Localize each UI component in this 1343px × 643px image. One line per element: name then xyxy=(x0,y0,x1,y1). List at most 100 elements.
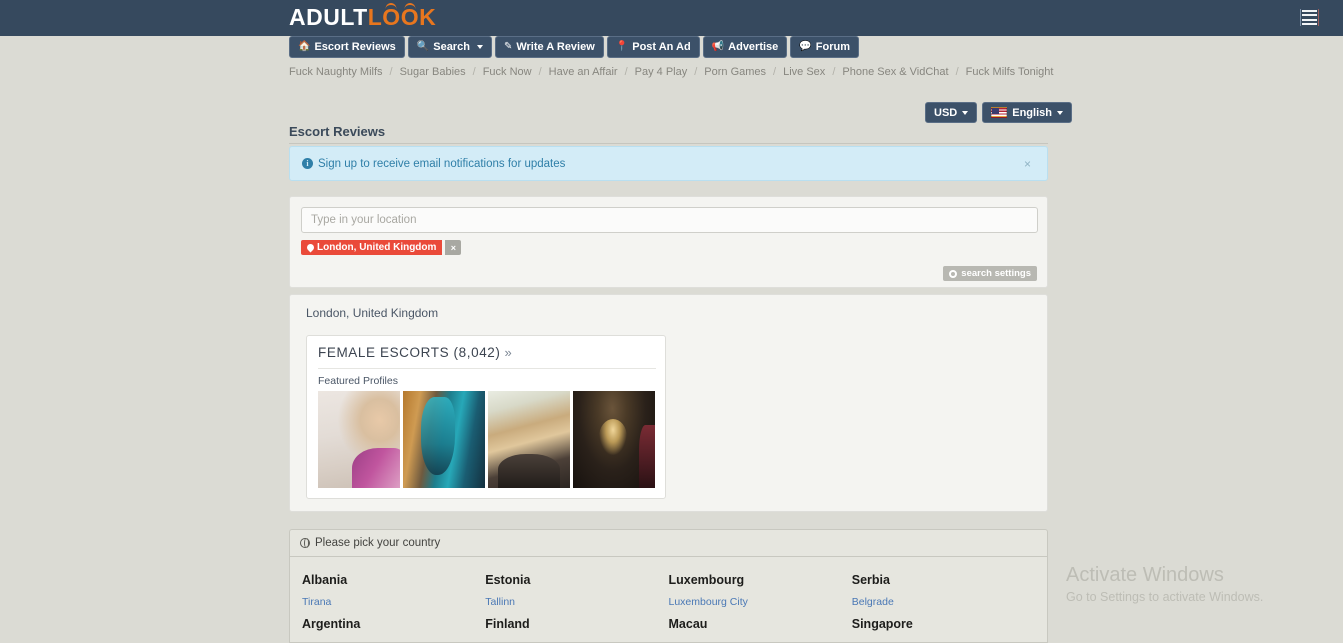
country-name[interactable]: Estonia xyxy=(485,568,668,592)
results-panel: London, United Kingdom FEMALE ESCORTS (8… xyxy=(289,294,1048,512)
country-name[interactable]: Luxembourg xyxy=(669,568,852,592)
hamburger-line xyxy=(1302,10,1317,12)
card-divider xyxy=(318,368,656,369)
promo-links-row: Fuck Naughty Milfs / Sugar Babies / Fuck… xyxy=(289,66,1053,78)
featured-thumbnail[interactable] xyxy=(318,391,400,488)
nav-label: Forum xyxy=(815,41,850,53)
city-link[interactable]: Luxembourg City xyxy=(669,592,852,612)
promo-link[interactable]: Sugar Babies xyxy=(400,66,466,78)
utility-controls: USD English xyxy=(925,102,1072,123)
alert-message[interactable]: Sign up to receive email notifications f… xyxy=(318,158,565,170)
page-title: Escort Reviews xyxy=(289,124,1048,144)
country-picker-panel: Please pick your country Albania Estonia… xyxy=(289,529,1048,643)
nav-post-an-ad[interactable]: 📍 Post An Ad xyxy=(606,36,700,58)
link-separator: / xyxy=(773,66,777,78)
currency-selector[interactable]: USD xyxy=(925,102,978,123)
search-icon: 🔍 xyxy=(416,41,430,52)
female-escorts-link[interactable]: FEMALE ESCORTS (8,042) » xyxy=(318,345,512,360)
country-name[interactable]: Macau xyxy=(669,612,852,636)
search-settings-label: search settings xyxy=(961,268,1031,279)
nav-write-a-review[interactable]: ✎ Write A Review xyxy=(494,36,604,58)
nav-label: Advertise xyxy=(728,41,779,53)
language-selector[interactable]: English xyxy=(982,102,1072,123)
featured-thumbnail[interactable] xyxy=(573,391,655,488)
language-label: English xyxy=(1012,106,1052,119)
hamburger-line xyxy=(1302,18,1317,21)
link-separator: / xyxy=(624,66,628,78)
alert-message-wrap: i Sign up to receive email notifications… xyxy=(302,158,565,170)
site-logo[interactable]: ADULTLOOK xyxy=(289,4,436,30)
country-picker-header: Please pick your country xyxy=(290,530,1047,557)
promo-link[interactable]: Live Sex xyxy=(783,66,825,78)
link-separator: / xyxy=(389,66,393,78)
featured-profiles-label: Featured Profiles xyxy=(318,375,398,387)
nav-label: Escort Reviews xyxy=(314,41,396,53)
windows-activation-watermark: Activate Windows Go to Settings to activ… xyxy=(1066,562,1263,606)
country-name[interactable]: Argentina xyxy=(302,612,485,636)
link-separator: / xyxy=(832,66,836,78)
nav-label: Search xyxy=(433,41,470,53)
link-separator: / xyxy=(538,66,542,78)
top-header-bar: ADULTLOOK xyxy=(0,0,1343,36)
globe-icon xyxy=(300,537,310,548)
gear-icon xyxy=(949,269,958,278)
chevron-down-icon xyxy=(476,45,483,49)
info-circle-icon: i xyxy=(302,158,313,169)
city-link[interactable]: Belgrade xyxy=(852,592,1035,612)
city-link[interactable]: Tirana xyxy=(302,592,485,612)
country-name[interactable]: Finland xyxy=(485,612,668,636)
selected-location-tag[interactable]: London, United Kingdom xyxy=(301,240,443,255)
promo-link[interactable]: Pay 4 Play xyxy=(635,66,688,78)
hamburger-line xyxy=(1302,14,1317,17)
nav-escort-reviews[interactable]: 🏠 Escort Reviews xyxy=(289,36,405,58)
link-separator: / xyxy=(955,66,959,78)
location-pin-icon xyxy=(305,242,316,253)
logo-text-adult: ADULT xyxy=(289,4,368,30)
hamburger-menu-icon[interactable] xyxy=(1300,9,1319,26)
promo-link[interactable]: Have an Affair xyxy=(549,66,618,78)
featured-thumbnail[interactable] xyxy=(488,391,570,488)
logo-text-look: LOOK xyxy=(367,4,437,30)
nav-label: Write A Review xyxy=(516,41,595,53)
home-icon: 🏠 xyxy=(298,41,311,52)
promo-link[interactable]: Porn Games xyxy=(704,66,766,78)
remove-location-icon[interactable]: × xyxy=(445,240,462,255)
promo-link[interactable]: Fuck Now xyxy=(483,66,532,78)
watermark-title: Activate Windows xyxy=(1066,564,1224,586)
featured-thumbnail[interactable] xyxy=(403,391,485,488)
promo-link[interactable]: Phone Sex & VidChat xyxy=(842,66,948,78)
thumbnail-accent xyxy=(639,425,655,488)
featured-thumbnail-row xyxy=(318,391,655,488)
email-signup-alert: i Sign up to receive email notifications… xyxy=(289,146,1048,181)
location-search-panel: London, United Kingdom × search settings xyxy=(289,196,1048,288)
chevron-down-icon xyxy=(962,110,969,115)
location-search-input[interactable] xyxy=(301,207,1038,233)
promo-link[interactable]: Fuck Naughty Milfs xyxy=(289,66,383,78)
pencil-icon: ✎ xyxy=(503,41,513,52)
close-icon[interactable]: × xyxy=(1020,156,1035,172)
currency-label: USD xyxy=(934,106,958,119)
country-picker-label: Please pick your country xyxy=(315,537,441,549)
pin-icon: 📍 xyxy=(615,41,629,52)
double-chevron-right-icon: » xyxy=(504,345,513,360)
comment-icon: 💬 xyxy=(799,41,812,52)
country-name[interactable]: Singapore xyxy=(852,612,1035,636)
female-escorts-title: FEMALE ESCORTS (8,042) xyxy=(318,345,501,360)
country-name[interactable]: Albania xyxy=(302,568,485,592)
nav-search[interactable]: 🔍 Search xyxy=(407,36,492,58)
link-separator: / xyxy=(694,66,698,78)
promo-link[interactable]: Fuck Milfs Tonight xyxy=(966,66,1054,78)
nav-advertise[interactable]: 📢 Advertise xyxy=(702,36,788,58)
country-grid: Albania Estonia Luxembourg Serbia Tirana… xyxy=(290,557,1047,636)
main-navigation: 🏠 Escort Reviews 🔍 Search ✎ Write A Revi… xyxy=(289,36,859,58)
selected-location-label: London, United Kingdom xyxy=(317,242,437,253)
search-settings-button[interactable]: search settings xyxy=(943,266,1037,281)
result-city-heading: London, United Kingdom xyxy=(306,306,439,320)
megaphone-icon: 📢 xyxy=(711,41,725,52)
city-link[interactable]: Tallinn xyxy=(485,592,668,612)
nav-forum[interactable]: 💬 Forum xyxy=(790,36,859,58)
country-name[interactable]: Serbia xyxy=(852,568,1035,592)
link-separator: / xyxy=(472,66,476,78)
female-escorts-card: FEMALE ESCORTS (8,042) » Featured Profil… xyxy=(306,335,666,499)
watermark-subtitle: Go to Settings to activate Windows. xyxy=(1066,590,1264,604)
